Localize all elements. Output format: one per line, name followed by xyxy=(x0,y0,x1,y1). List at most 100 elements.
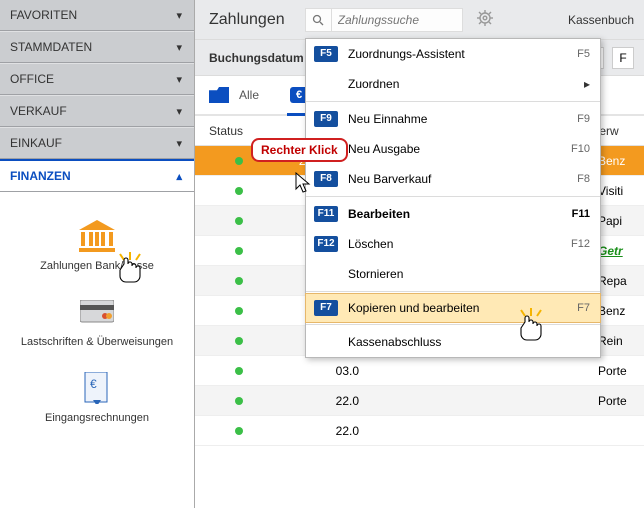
status-dot xyxy=(209,187,269,195)
right-click-tooltip: Rechter Klick xyxy=(251,138,348,162)
gear-icon[interactable] xyxy=(477,10,493,29)
sub-label: Lastschriften & Überweisungen xyxy=(21,336,173,348)
menu-separator xyxy=(306,324,600,325)
tab-alle[interactable]: Alle xyxy=(209,76,259,114)
submenu-arrow-icon: ▸ xyxy=(584,77,590,91)
row-date: 22.0 xyxy=(269,424,359,438)
nav-favoriten[interactable]: FAVORITEN ▾ xyxy=(0,0,194,31)
tab-label: Alle xyxy=(239,88,259,102)
fkey-badge: F5 xyxy=(314,46,338,62)
filter-button[interactable]: F xyxy=(612,47,634,69)
menu-shortcut: F11 xyxy=(572,208,590,220)
search-input[interactable] xyxy=(332,13,462,27)
fkey-badge: F7 xyxy=(314,300,338,316)
menu-shortcut: F7 xyxy=(577,302,590,314)
nav-einkauf[interactable]: EINKAUF ▾ xyxy=(0,127,194,159)
menu-label: Neu Ausgabe xyxy=(348,142,561,156)
card-icon xyxy=(80,294,114,330)
status-dot xyxy=(209,367,269,375)
menu-neu-barverkauf[interactable]: F8 Neu Barverkauf F8 xyxy=(306,164,600,194)
kassenbuch-link[interactable]: Kassenbuch xyxy=(568,13,634,27)
search-icon xyxy=(306,9,332,31)
chevron-down-icon: ▾ xyxy=(176,9,182,22)
sub-eingangsrechnungen[interactable]: € Eingangsrechnungen xyxy=(0,364,194,434)
menu-label: Neu Einnahme xyxy=(348,112,567,126)
nav-verkauf[interactable]: VERKAUF ▾ xyxy=(0,95,194,127)
menu-bearbeiten[interactable]: F11 Bearbeiten F11 xyxy=(306,199,600,229)
finanzen-subpanel: Zahlungen Bank/Kasse xyxy=(0,192,194,508)
menu-label: Bearbeiten xyxy=(348,207,562,221)
top-toolbar: Zahlungen Kassenbuch xyxy=(195,0,644,40)
menu-neu-einnahme[interactable]: F9 Neu Einnahme F9 xyxy=(306,104,600,134)
menu-separator xyxy=(306,291,600,292)
menu-separator xyxy=(306,101,600,102)
fkey-badge xyxy=(314,266,338,282)
menu-shortcut: F12 xyxy=(571,238,590,250)
menu-shortcut: F10 xyxy=(571,143,590,155)
table-row[interactable]: 22.0 xyxy=(195,416,644,446)
menu-label: Zuordnungs-Assistent xyxy=(348,47,567,61)
row-date: 03.0 xyxy=(269,364,359,378)
nav-label: STAMMDATEN xyxy=(10,40,92,54)
context-menu: F5 Zuordnungs-Assistent F5 Zuordnen ▸ F9… xyxy=(305,38,601,358)
status-dot xyxy=(209,307,269,315)
bank-icon xyxy=(77,218,117,254)
fkey-badge xyxy=(314,76,338,92)
main-area: Zahlungen Kassenbuch Buchungsdatum von 0… xyxy=(195,0,644,508)
chevron-down-icon: ▾ xyxy=(176,105,182,118)
fkey-badge: F8 xyxy=(314,171,338,187)
row-verw: Porte xyxy=(592,394,644,408)
nav-label: FINANZEN xyxy=(10,169,71,183)
chevron-down-icon: ▾ xyxy=(176,137,182,150)
sub-label: Zahlungen Bank/Kasse xyxy=(40,260,154,272)
search-box[interactable] xyxy=(305,8,463,32)
fkey-badge: F11 xyxy=(314,206,338,222)
menu-stornieren[interactable]: Stornieren xyxy=(306,259,600,289)
status-dot xyxy=(209,427,269,435)
col-status[interactable]: Status xyxy=(209,124,269,138)
menu-label: Kassenabschluss xyxy=(348,335,590,349)
fkey-badge xyxy=(314,334,338,350)
buchungsdatum-label: Buchungsdatum xyxy=(209,51,304,65)
svg-text:€: € xyxy=(90,377,97,391)
chevron-down-icon: ▾ xyxy=(176,73,182,86)
menu-label: Kopieren und bearbeiten xyxy=(348,301,567,315)
folder-icon xyxy=(209,87,229,103)
nav-label: EINKAUF xyxy=(10,136,62,150)
nav-office[interactable]: OFFICE ▾ xyxy=(0,63,194,95)
nav-stammdaten[interactable]: STAMMDATEN ▾ xyxy=(0,31,194,63)
menu-loeschen[interactable]: F12 Löschen F12 xyxy=(306,229,600,259)
table-row[interactable]: 22.0 Porte xyxy=(195,386,644,416)
sidebar: FAVORITEN ▾ STAMMDATEN ▾ OFFICE ▾ VERKAU… xyxy=(0,0,195,508)
menu-zuordnung-assistent[interactable]: F5 Zuordnungs-Assistent F5 xyxy=(306,39,600,69)
menu-shortcut: F8 xyxy=(577,173,590,185)
row-verw: Porte xyxy=(592,364,644,378)
menu-separator xyxy=(306,196,600,197)
fkey-badge: F12 xyxy=(314,236,338,252)
nav-label: VERKAUF xyxy=(10,104,67,118)
menu-kopieren-bearbeiten[interactable]: F7 Kopieren und bearbeiten F7 xyxy=(305,293,601,323)
nav-label: OFFICE xyxy=(10,72,54,86)
sub-zahlungen-bank-kasse[interactable]: Zahlungen Bank/Kasse xyxy=(0,212,194,282)
status-dot xyxy=(209,217,269,225)
menu-label: Neu Barverkauf xyxy=(348,172,567,186)
table-row[interactable]: 03.0 Porte xyxy=(195,356,644,386)
fkey-badge: F9 xyxy=(314,111,338,127)
menu-shortcut: F9 xyxy=(577,113,590,125)
menu-zuordnen[interactable]: Zuordnen ▸ xyxy=(306,69,600,99)
menu-shortcut: F5 xyxy=(577,48,590,60)
nav-finanzen[interactable]: FINANZEN ▴ xyxy=(0,159,194,192)
sub-lastschriften[interactable]: Lastschriften & Überweisungen xyxy=(0,288,194,358)
nav-label: FAVORITEN xyxy=(10,8,77,22)
menu-neu-ausgabe[interactable]: F10 Neu Ausgabe F10 xyxy=(306,134,600,164)
menu-label: Stornieren xyxy=(348,267,590,281)
chevron-up-icon: ▴ xyxy=(176,170,182,183)
status-dot xyxy=(209,337,269,345)
menu-kassenabschluss[interactable]: Kassenabschluss xyxy=(306,327,600,357)
menu-label: Zuordnen xyxy=(348,77,574,91)
status-dot xyxy=(209,277,269,285)
invoice-icon: € xyxy=(83,370,111,406)
menu-label: Löschen xyxy=(348,237,561,251)
row-date: 22.0 xyxy=(269,394,359,408)
status-dot xyxy=(209,397,269,405)
